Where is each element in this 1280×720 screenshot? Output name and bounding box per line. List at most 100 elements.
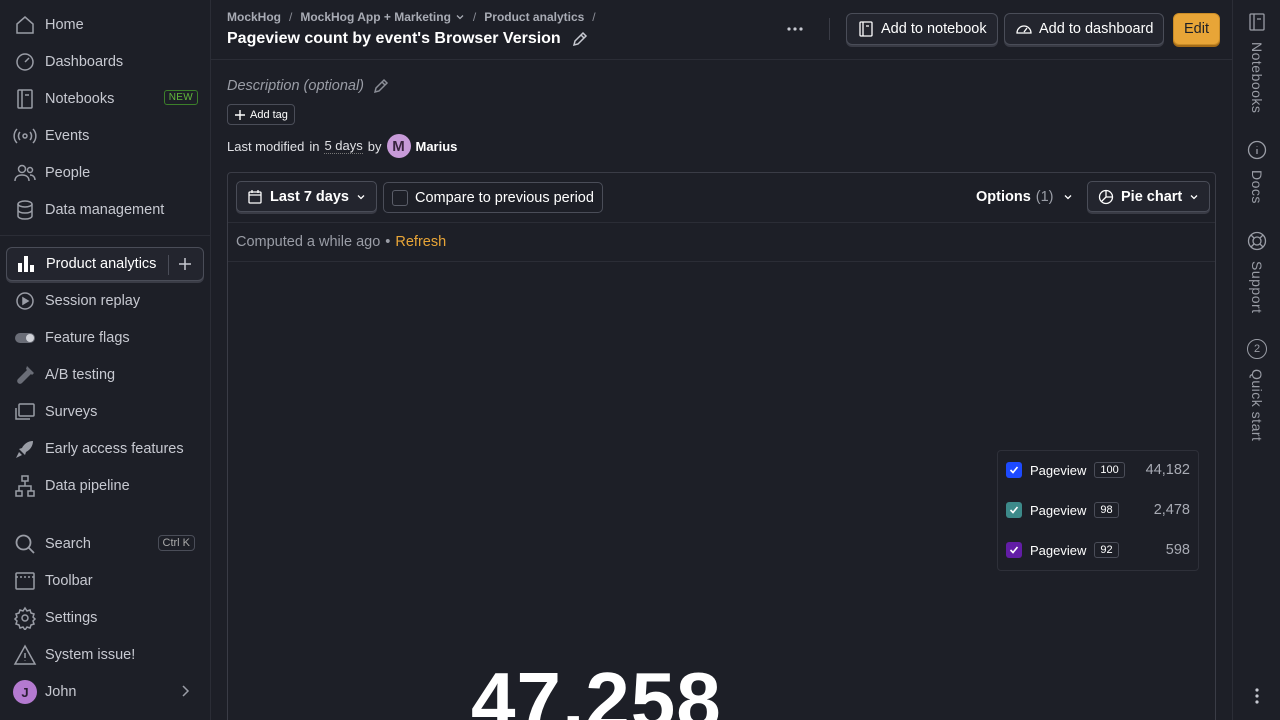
sidebar-item-label: Feature flags: [45, 330, 130, 346]
lifebuoy-icon: [1247, 231, 1267, 251]
add-to-dashboard-button[interactable]: Add to dashboard: [1004, 13, 1165, 45]
avatar: M: [386, 134, 411, 158]
computed-text: Computed a while ago: [236, 234, 381, 250]
checkbox-checked-icon[interactable]: [1006, 502, 1022, 518]
sidebar-item-data-pipeline[interactable]: Data pipeline: [6, 469, 204, 503]
rocket-icon: [16, 441, 33, 458]
date-range-button[interactable]: Last 7 days: [236, 181, 377, 212]
sidebar-item-label: A/B testing: [45, 367, 116, 383]
side-panel-bar: Notebooks Docs Support 2 Quick start: [1232, 0, 1280, 720]
legend-item[interactable]: Pageview 92 598: [1006, 539, 1190, 561]
separator: [168, 255, 169, 275]
sidebar-item-session-replay[interactable]: Session replay: [6, 284, 204, 318]
sidebar-item-label: Home: [45, 17, 84, 33]
description-field[interactable]: Description (optional): [227, 77, 390, 95]
legend-item[interactable]: Pageview 98 2,478: [1006, 499, 1190, 521]
warning-icon: [13, 644, 37, 665]
sidebar-item-early-access[interactable]: Early access features: [6, 432, 204, 466]
side-panel-docs[interactable]: Docs: [1233, 140, 1280, 204]
legend-label: Pageview: [1030, 542, 1087, 558]
sidebar-item-toolbar[interactable]: Toolbar: [6, 564, 204, 598]
database-icon: [17, 200, 33, 220]
add-tag-label: Add tag: [250, 108, 288, 121]
legend-label: Pageview: [1030, 502, 1087, 518]
breadcrumb-item[interactable]: Product analytics: [484, 10, 584, 24]
sidebar-item-ab-testing[interactable]: A/B testing: [6, 358, 204, 392]
sidebar-item-label: Session replay: [45, 293, 141, 309]
chevron-down-icon: [1064, 195, 1071, 200]
breadcrumb-item[interactable]: MockHog App + Marketing: [300, 10, 465, 24]
dashboard-icon: [16, 53, 34, 71]
sidebar-item-label: Notebooks: [45, 91, 115, 107]
sidebar-item-search[interactable]: Search Ctrl K: [6, 527, 204, 561]
sidebar-item-surveys[interactable]: Surveys: [6, 395, 204, 429]
divider: [829, 18, 830, 40]
sidebar-item-label: Settings: [45, 610, 98, 626]
sidebar-item-data-management[interactable]: Data management: [6, 193, 204, 227]
sidebar: Home Dashboards Notebooks NEW Events Peo…: [0, 0, 211, 720]
side-panel-quick-start[interactable]: 2 Quick start: [1233, 339, 1280, 441]
sidebar-item-home[interactable]: Home: [6, 8, 204, 42]
sidebar-item-user[interactable]: J John: [6, 675, 204, 709]
sidebar-item-events[interactable]: Events: [6, 119, 204, 153]
insight-toolbar: Last 7 days Compare to previous period O…: [228, 173, 1215, 223]
add-to-notebook-button[interactable]: Add to notebook: [846, 13, 998, 45]
toolbar-icon: [15, 572, 35, 590]
sidebar-divider: [0, 235, 210, 236]
people-icon: [14, 164, 36, 182]
calendar-icon: [248, 189, 262, 204]
add-to-dashboard-label: Add to dashboard: [1039, 21, 1154, 37]
breadcrumb: MockHog / MockHog App + Marketing / Prod…: [227, 10, 596, 24]
number-badge-icon: 2: [1247, 339, 1267, 359]
shortcut-hint: Ctrl K: [157, 535, 195, 551]
insight-panel: Last 7 days Compare to previous period O…: [227, 172, 1216, 720]
modified-user: Marius: [415, 138, 458, 154]
sidebar-item-settings[interactable]: Settings: [6, 601, 204, 635]
chart-type-label: Pie chart: [1121, 188, 1183, 205]
sidebar-item-feature-flags[interactable]: Feature flags: [6, 321, 204, 355]
options-dropdown[interactable]: Options (1): [976, 189, 1073, 205]
legend-label: Pageview: [1030, 462, 1087, 478]
checkbox-checked-icon[interactable]: [1006, 462, 1022, 478]
checkbox-checked-icon[interactable]: [1006, 542, 1022, 558]
info-icon: [1247, 140, 1267, 160]
home-icon: [16, 16, 34, 34]
legend-count: 2,478: [1153, 502, 1190, 518]
total-value: 47,258: [471, 656, 722, 720]
sidebar-item-dashboards[interactable]: Dashboards: [6, 45, 204, 79]
modified-prefix: Last modified: [227, 138, 305, 154]
more-vertical-icon[interactable]: [1249, 686, 1265, 706]
add-tag-button[interactable]: Add tag: [227, 104, 295, 125]
replay-icon: [16, 292, 34, 310]
side-panel-notebooks[interactable]: Notebooks: [1233, 12, 1280, 113]
chart-legend: Pageview 100 44,182 Pageview 98 2,478 Pa…: [997, 450, 1199, 571]
sidebar-item-label: System issue!: [45, 647, 136, 663]
sidebar-item-product-analytics[interactable]: Product analytics: [6, 247, 204, 281]
search-icon: [15, 534, 35, 554]
legend-breakdown-value: 98: [1094, 502, 1119, 518]
sidebar-item-notebooks[interactable]: Notebooks NEW: [6, 82, 204, 116]
refresh-link[interactable]: Refresh: [395, 234, 446, 250]
compare-label: Compare to previous period: [415, 189, 594, 206]
page-title-text[interactable]: Pageview count by event's Browser Versio…: [227, 30, 561, 48]
sidebar-item-label: Search: [45, 536, 91, 552]
legend-item[interactable]: Pageview 100 44,182: [1006, 459, 1190, 481]
edit-button[interactable]: Edit: [1173, 13, 1220, 45]
description-placeholder: Description (optional): [227, 78, 365, 94]
sidebar-item-label: Early access features: [45, 441, 184, 457]
side-panel-support[interactable]: Support: [1233, 231, 1280, 314]
pencil-icon[interactable]: [571, 30, 589, 48]
chart-type-button[interactable]: Pie chart: [1087, 181, 1211, 212]
more-icon[interactable]: [785, 16, 805, 42]
side-panel-label: Support: [1249, 261, 1265, 314]
sidebar-item-people[interactable]: People: [6, 156, 204, 190]
breadcrumb-item[interactable]: MockHog: [227, 10, 281, 24]
modified-by: by: [367, 138, 382, 154]
compare-checkbox[interactable]: Compare to previous period: [383, 182, 603, 213]
add-icon[interactable]: [175, 254, 195, 274]
separator-dot: •: [385, 234, 391, 250]
pencil-icon: [373, 78, 389, 94]
avatar: J: [13, 680, 37, 704]
breadcrumb-separator: /: [592, 10, 596, 24]
sidebar-item-system-issue[interactable]: System issue!: [6, 638, 204, 672]
